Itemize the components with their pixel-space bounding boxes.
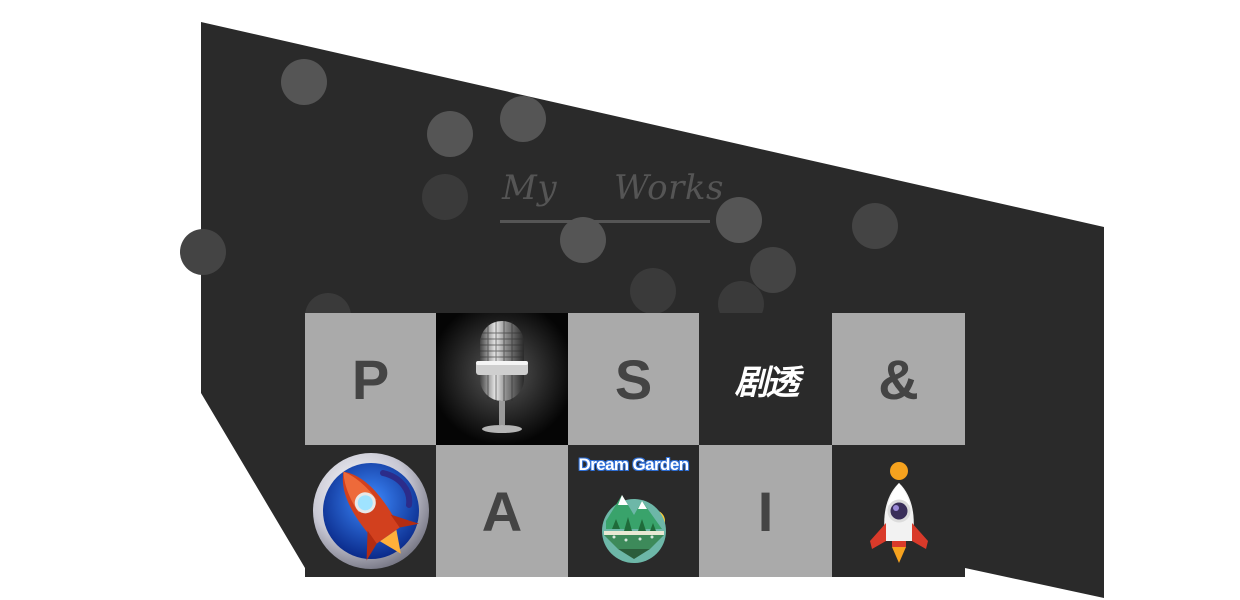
jutou-logo-text: 剧透 bbox=[734, 362, 800, 403]
dream-garden-island-icon bbox=[602, 495, 666, 563]
rocket-circle-icon bbox=[313, 453, 429, 569]
tile-letter: & bbox=[878, 347, 919, 411]
heading-underline bbox=[500, 220, 710, 223]
tile-rocket-circle[interactable] bbox=[305, 445, 436, 577]
tile-microphone[interactable] bbox=[436, 313, 568, 445]
tile-letter: S bbox=[614, 347, 653, 411]
tile-letter: I bbox=[757, 479, 774, 543]
tile-p[interactable]: P bbox=[305, 313, 436, 445]
tile-jutou-logo[interactable]: 剧透 bbox=[699, 313, 832, 445]
tile-a[interactable]: A bbox=[436, 445, 568, 577]
tile-letter: A bbox=[481, 479, 523, 543]
section-heading: My Works bbox=[500, 168, 723, 226]
tile-rocket[interactable] bbox=[832, 445, 965, 577]
tile-letter: P bbox=[351, 347, 390, 411]
tile-ampersand[interactable]: & bbox=[832, 313, 965, 445]
tile-s[interactable]: S bbox=[568, 313, 699, 445]
rocket-icon bbox=[870, 462, 928, 563]
microphone-icon bbox=[436, 313, 568, 445]
tile-dream-garden[interactable]: Dream Garden bbox=[568, 445, 699, 577]
tile-i[interactable]: I bbox=[699, 445, 832, 577]
heading-word-works: Works bbox=[614, 168, 724, 208]
works-grid: P S 剧透 & A Dream Garden I bbox=[305, 313, 965, 577]
heading-word-my: My bbox=[502, 168, 558, 208]
